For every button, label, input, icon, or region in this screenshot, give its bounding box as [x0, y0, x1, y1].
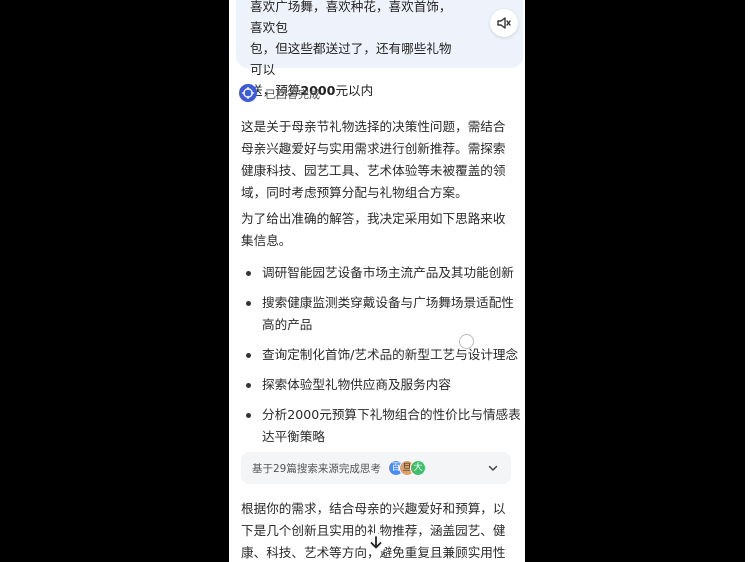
status-label: 已回答完成 [265, 88, 320, 101]
list-item: 分析2000元预算下礼物组合的性价比与情感表达平衡策略 [241, 404, 523, 448]
thinking-paragraph-2: 为了给出准确的解答，我决定采用如下思路来收集信息。 [241, 211, 506, 248]
source-avatar: 大 [410, 460, 426, 476]
ai-logo-icon [239, 84, 257, 102]
thinking-steps-list: 调研智能园艺设备市场主流产品及其功能创新 搜索健康监测类穿戴设备与广场舞场景适配… [241, 262, 523, 456]
list-item: 查询定制化首饰/艺术品的新型工艺与设计理念 [241, 344, 523, 366]
right-edge-strip [745, 0, 750, 562]
thinking-paragraph-1: 这是关于母亲节礼物选择的决策性问题，需结合母亲兴趣爱好与实用需求进行创新推荐。需… [241, 119, 506, 200]
chevron-down-icon[interactable] [487, 462, 499, 474]
scroll-to-bottom-button[interactable] [365, 532, 387, 554]
chat-screen: 喜欢广场舞，喜欢种花，喜欢首饰，喜欢包 包，但这些都送过了，还有哪些礼物可以 送… [229, 0, 525, 562]
user-line-1: 喜欢广场舞，喜欢种花，喜欢首饰，喜欢包 [250, 0, 452, 35]
sources-summary-bar[interactable]: 基于29篇搜索来源完成思考 百 旦 大 [241, 452, 511, 484]
list-item: 探索体验型礼物供应商及服务内容 [241, 374, 523, 396]
user-line-3-suffix: 元以内 [335, 83, 374, 98]
user-message-bubble: 喜欢广场舞，喜欢种花，喜欢首饰，喜欢包 包，但这些都送过了，还有哪些礼物可以 送… [236, 0, 523, 98]
source-avatars: 百 旦 大 [388, 460, 438, 476]
list-item: 调研智能园艺设备市场主流产品及其功能创新 [241, 262, 523, 284]
touch-cursor-indicator [459, 334, 474, 349]
user-line-2: 包，但这些都送过了，还有哪些礼物可以 [250, 41, 452, 77]
speaker-mute-icon [497, 17, 511, 29]
arrow-down-icon [366, 533, 386, 553]
mute-button[interactable] [490, 9, 518, 37]
list-item: 搜索健康监测类穿戴设备与广场舞场景适配性高的产品 [241, 292, 523, 336]
sources-label: 基于29篇搜索来源完成思考 [252, 463, 381, 475]
